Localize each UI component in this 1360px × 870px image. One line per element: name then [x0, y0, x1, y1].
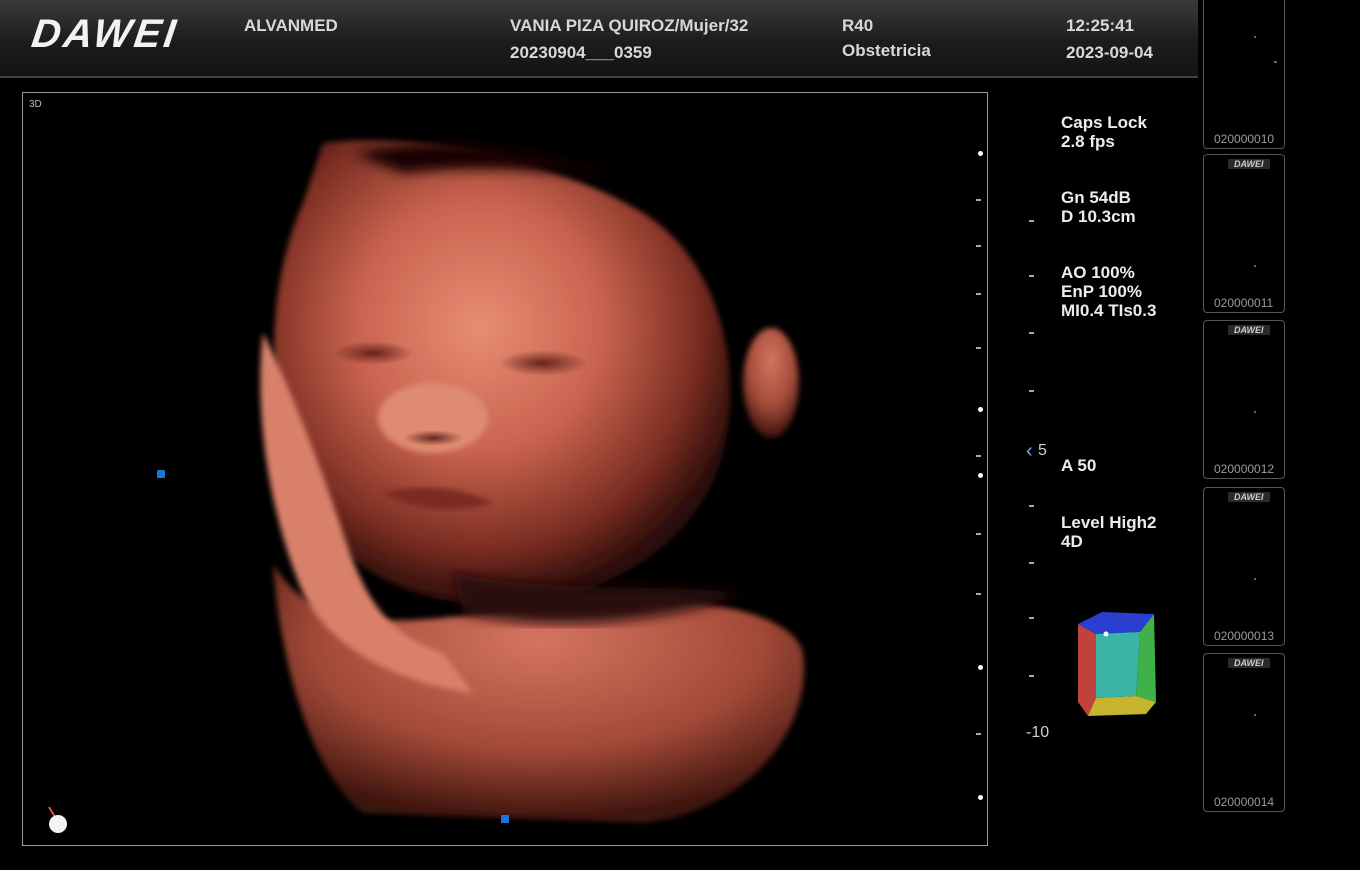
thumbnail-dot: [1254, 578, 1256, 580]
scale-upper: 5: [1038, 442, 1047, 459]
depth-tick: [976, 733, 981, 735]
thumbnail-dot: [1254, 36, 1256, 38]
header-bar: DAWEI ALVANMED VANIA PIZA QUIROZ/Mujer/3…: [0, 0, 1198, 78]
thumbnail-frame[interactable]: DAWEI 020000013: [1203, 487, 1285, 646]
thumbnail-brand: DAWEI: [1228, 658, 1270, 668]
depth-marker: [978, 795, 983, 800]
thumbnail-id: 020000014: [1214, 795, 1275, 809]
patient-info: VANIA PIZA QUIROZ/Mujer/32: [510, 16, 749, 35]
gain-value: Gn 54dB: [1061, 188, 1131, 207]
depth-tick: [976, 533, 981, 535]
depth-tick: [976, 293, 981, 295]
thumbnail-dot: [1254, 714, 1256, 716]
thumbnail-dot: [1254, 411, 1256, 413]
thumbnail-id: 020000010: [1214, 132, 1275, 146]
scale-tick: [1029, 332, 1034, 334]
acoustic-output: AO 100%: [1061, 263, 1135, 282]
light-source-icon[interactable]: [45, 805, 71, 835]
scale-tick: [1029, 220, 1034, 222]
thumbnail-frame[interactable]: 020000010: [1203, 0, 1285, 149]
frame-rate: 2.8 fps: [1061, 132, 1115, 151]
thumbnail-frame[interactable]: DAWEI 020000012: [1203, 320, 1285, 479]
thumbnail-frame[interactable]: DAWEI 020000014: [1203, 653, 1285, 812]
institution-name: ALVANMED: [244, 16, 338, 35]
thumbnail-brand: DAWEI: [1228, 159, 1270, 169]
orientation-cube-icon[interactable]: [1074, 610, 1158, 718]
depth-marker: [978, 151, 983, 156]
mi-tis-value: MI0.4 TIs0.3: [1061, 301, 1157, 320]
focus-marker: [501, 815, 509, 823]
clock-time: 12:25:41: [1066, 16, 1135, 35]
thumbnail-dot: [1254, 265, 1256, 267]
brand-logo: DAWEI: [28, 12, 182, 56]
depth-tick: [976, 593, 981, 595]
scale-tick: [1029, 390, 1034, 392]
thumbnail-brand: DAWEI: [1228, 492, 1270, 502]
depth-value: D 10.3cm: [1061, 207, 1136, 226]
imaging-mode: 4D: [1061, 532, 1083, 551]
depth-marker: [978, 473, 983, 478]
thumbnail-frame[interactable]: DAWEI 020000011: [1203, 154, 1285, 313]
exam-id: 20230904___0359: [510, 43, 652, 62]
scale-tick: [1029, 275, 1034, 277]
mode-label: 3D: [29, 99, 42, 110]
image-viewport[interactable]: 3D: [22, 92, 988, 846]
quality-level: Level High2: [1061, 513, 1157, 532]
thumbnail-id: 020000013: [1214, 629, 1275, 643]
thumbnail-tick: [1274, 61, 1277, 63]
depth-marker: [978, 665, 983, 670]
scale-lower: -10: [1026, 724, 1050, 741]
depth-marker: [978, 407, 983, 412]
clock-date: 2023-09-04: [1066, 43, 1153, 62]
fetal-face-render: [260, 140, 804, 823]
scale-tick: [1029, 562, 1034, 564]
depth-tick: [976, 455, 981, 457]
depth-tick: [976, 245, 981, 247]
chevron-left-icon[interactable]: ‹: [1026, 440, 1033, 463]
probe-label: R40: [842, 16, 874, 35]
depth-tick: [976, 199, 981, 201]
enp-value: EnP 100%: [1061, 282, 1142, 301]
thumbnail-id: 020000012: [1214, 462, 1275, 476]
thumbnail-brand: DAWEI: [1228, 325, 1270, 335]
scale-tick: [1029, 617, 1034, 619]
scale-tick: [1029, 505, 1034, 507]
caps-lock-indicator: Caps Lock: [1061, 113, 1147, 132]
thumbnail-id: 020000011: [1214, 296, 1274, 310]
scale-tick: [1029, 675, 1034, 677]
focus-marker: [157, 470, 165, 478]
application-label: Obstetricia: [842, 41, 931, 60]
angle-value: A 50: [1061, 456, 1097, 475]
depth-tick: [976, 347, 981, 349]
